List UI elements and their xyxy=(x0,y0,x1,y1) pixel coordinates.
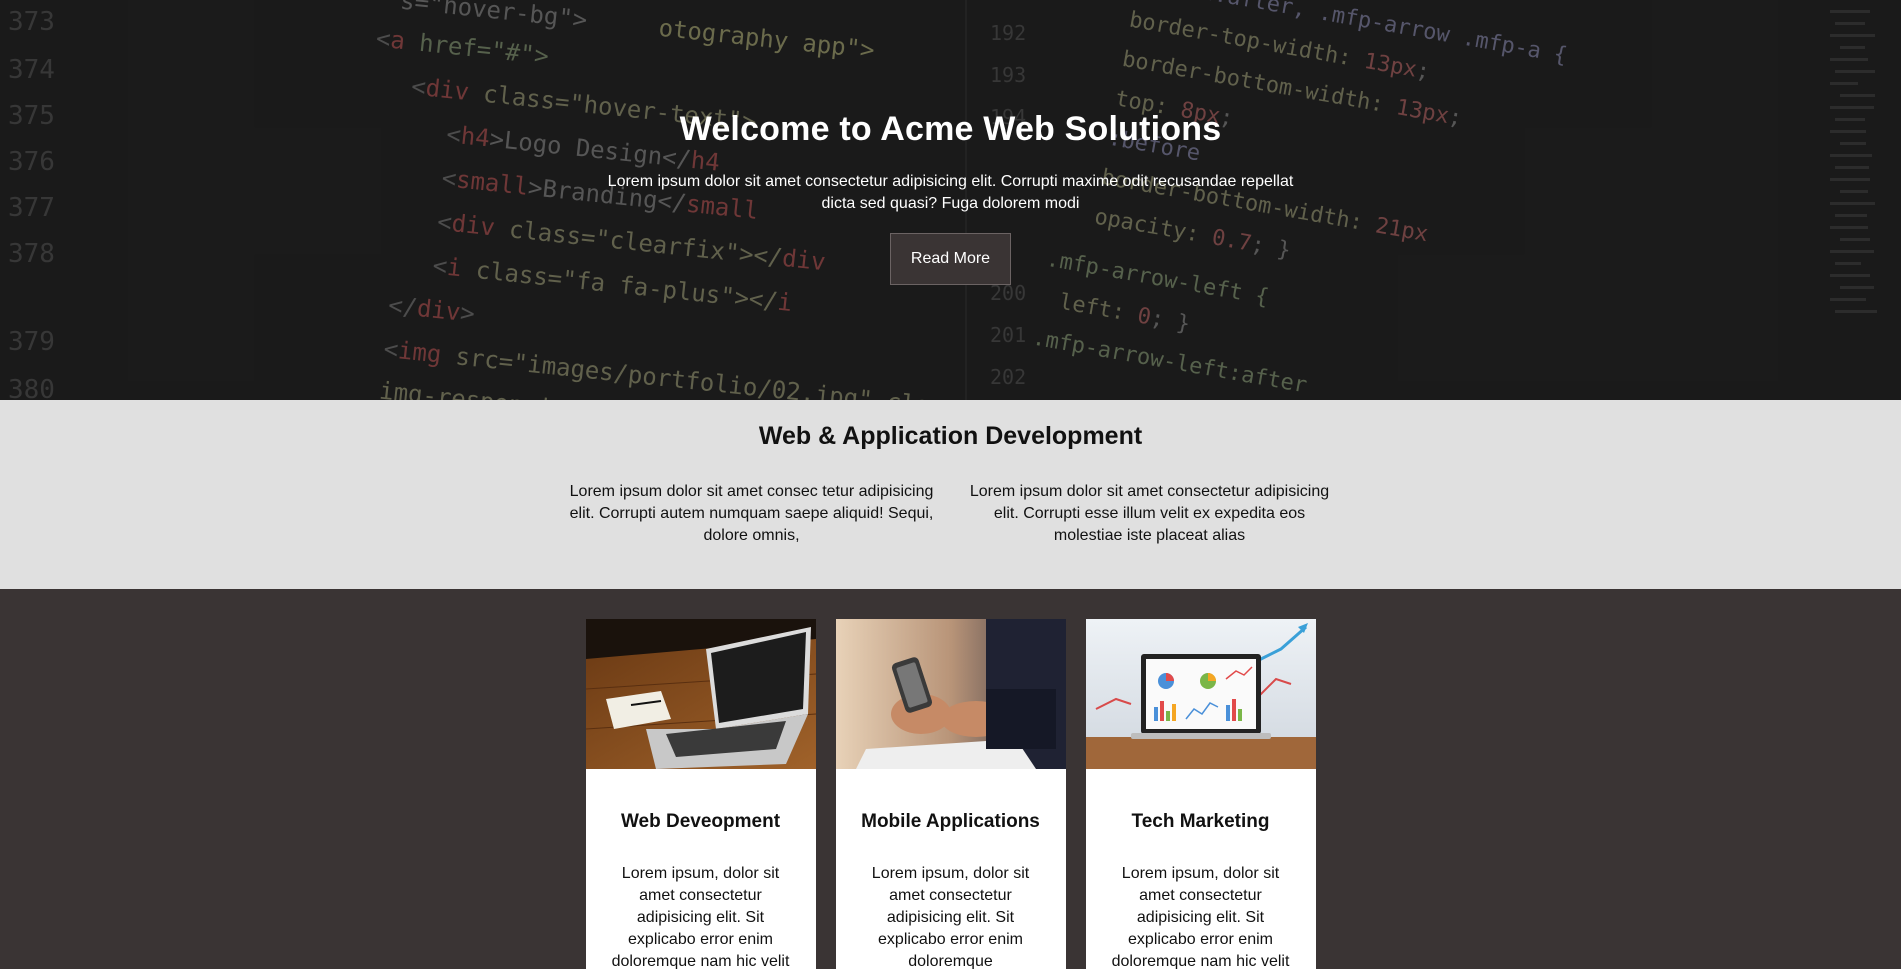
card-text: Lorem ipsum, dolor sit amet consectetur … xyxy=(871,865,1030,969)
services-title: Web & Application Development xyxy=(758,422,1143,450)
read-more-button[interactable]: Read More xyxy=(889,233,1012,285)
card-mobile-applications: Mobile Applications Lorem ipsum, dolor s… xyxy=(835,619,1066,969)
card-title: Web Deveopment xyxy=(620,811,781,832)
services-column-right: Lorem ipsum dolor sit amet consectetur a… xyxy=(969,483,1330,544)
hero-text: Lorem ipsum dolor sit amet consectetur a… xyxy=(607,173,1294,212)
laptop-with-charts-image xyxy=(1085,619,1316,769)
hero-title: Welcome to Acme Web Solutions xyxy=(679,110,1222,148)
card-text: Lorem ipsum, dolor sit amet consectetur … xyxy=(1111,865,1290,969)
cards-row: Web Deveopment Lorem ipsum, dolor sit am… xyxy=(0,589,1901,969)
laptop-on-desk-image xyxy=(585,619,816,769)
card-title: Tech Marketing xyxy=(1131,811,1270,832)
services-section: Web & Application Development Lorem ipsu… xyxy=(0,400,1901,589)
card-text: Lorem ipsum, dolor sit amet consectetur … xyxy=(611,865,790,969)
card-title: Mobile Applications xyxy=(861,811,1040,832)
hands-holding-phone-image xyxy=(835,619,1066,769)
hero-content: Welcome to Acme Web Solutions Lorem ipsu… xyxy=(0,110,1901,285)
card-web-development: Web Deveopment Lorem ipsum, dolor sit am… xyxy=(585,619,816,969)
card-tech-marketing: Tech Marketing Lorem ipsum, dolor sit am… xyxy=(1085,619,1316,969)
hero-section: 373 374 375 376 377 378 379 380 s="hover… xyxy=(0,0,1901,400)
services-columns: Lorem ipsum dolor sit amet consec tetur … xyxy=(0,481,1901,547)
services-column-left: Lorem ipsum dolor sit amet consec tetur … xyxy=(569,483,934,544)
cards-section: Web Deveopment Lorem ipsum, dolor sit am… xyxy=(0,589,1901,969)
